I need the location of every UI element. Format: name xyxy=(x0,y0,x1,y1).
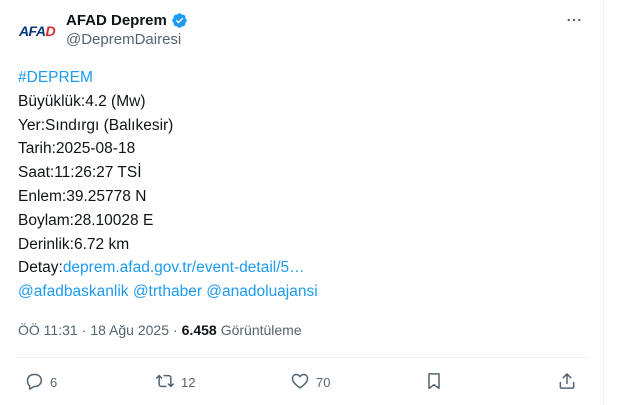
tweet-line-latitude: Enlem:39.25778 N xyxy=(18,187,147,205)
display-name[interactable]: AFAD Deprem xyxy=(66,12,167,29)
heart-icon xyxy=(290,371,310,394)
author-name-row: AFAD Deprem xyxy=(66,10,188,30)
author-handle[interactable]: @DepremDairesi xyxy=(66,31,181,48)
like-button[interactable]: 70 xyxy=(290,370,330,394)
tweet-line-longitude: Boylam:28.10028 E xyxy=(18,211,154,229)
more-options-icon[interactable] xyxy=(562,10,586,30)
retweet-button[interactable]: 12 xyxy=(155,370,195,394)
tweet-line-date: Tarih:2025-08-18 xyxy=(18,140,136,158)
views-count[interactable]: 6.458 xyxy=(182,322,217,338)
tweet-text: #DEPREM Büyüklük:4.2 (Mw) Yer:Sındırgı (… xyxy=(18,66,588,304)
afad-logo: AFAD xyxy=(18,23,56,39)
tweet-card: AFAD AFAD Deprem @DepremDairesi #DEPREM … xyxy=(0,0,603,405)
share-icon xyxy=(557,371,577,394)
share-button[interactable] xyxy=(557,370,577,394)
retweet-icon xyxy=(155,371,175,394)
reply-icon xyxy=(24,371,44,394)
tweet-date[interactable]: 18 Ağu 2025 xyxy=(90,322,169,338)
hashtag-link[interactable]: #DEPREM xyxy=(18,66,588,90)
tweet-line-detail: Detay:deprem.afad.gov.tr/event-detail/5… xyxy=(18,256,588,280)
tweet-line-time: Saat:11:26:27 TSİ xyxy=(18,164,142,182)
bookmark-icon xyxy=(424,371,444,394)
reply-button[interactable]: 6 xyxy=(24,370,57,394)
detail-label: Detay: xyxy=(18,259,63,277)
tweet-line-location: Yer:Sındırgı (Balıkesir) xyxy=(18,116,174,134)
timeline-border xyxy=(603,0,604,405)
bookmark-button[interactable] xyxy=(424,370,444,394)
tweet-time[interactable]: ÖÖ 11:31 xyxy=(18,322,78,338)
tweet-line-magnitude: Büyüklük:4.2 (Mw) xyxy=(18,92,146,110)
verified-badge-icon xyxy=(171,12,188,29)
meta-separator: · xyxy=(81,322,87,338)
tweet-actions: 6 12 70 xyxy=(0,370,603,396)
like-count: 70 xyxy=(316,374,331,390)
mentions-links[interactable]: @afadbaskanlik @trthaber @anadoluajansi xyxy=(18,280,588,304)
retweet-count: 12 xyxy=(181,374,196,390)
detail-link[interactable]: deprem.afad.gov.tr/event-detail/5… xyxy=(63,259,305,276)
views-label[interactable]: Görüntüleme xyxy=(221,322,302,338)
tweet-line-depth: Derinlik:6.72 km xyxy=(18,235,130,253)
avatar[interactable]: AFAD xyxy=(16,10,58,52)
meta-separator: · xyxy=(172,322,178,338)
actions-divider xyxy=(16,357,587,358)
tweet-meta: ÖÖ 11:31 · 18 Ağu 2025 · 6.458 Görüntüle… xyxy=(18,322,302,338)
reply-count: 6 xyxy=(50,374,58,390)
